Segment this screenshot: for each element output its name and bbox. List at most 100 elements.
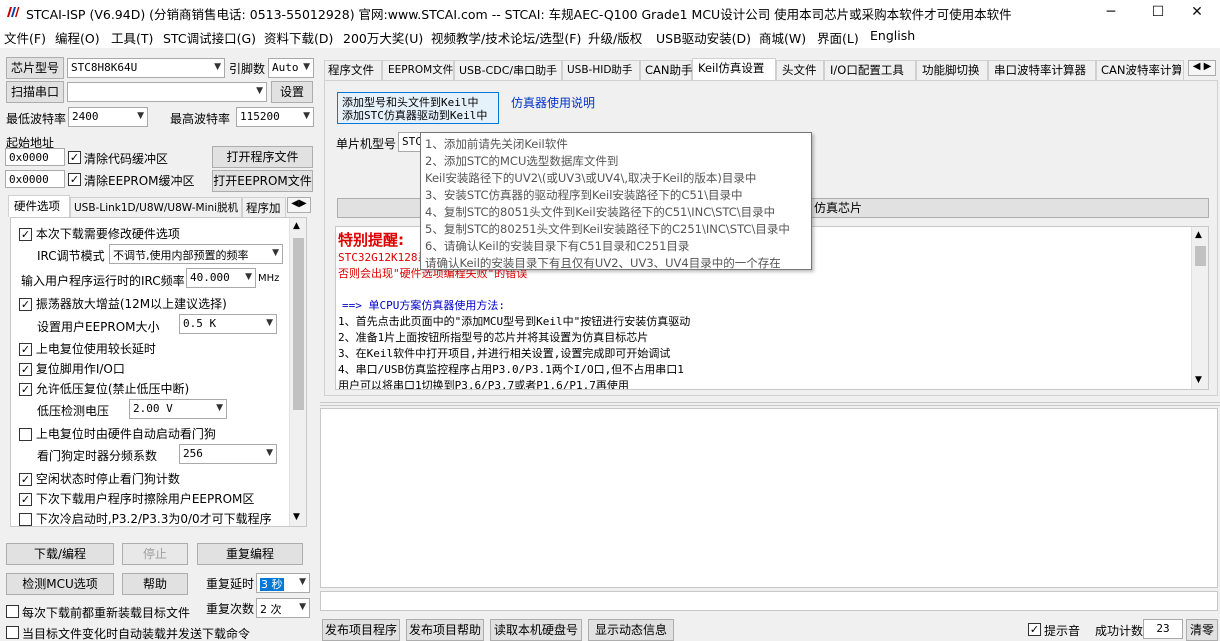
menu-upgrade[interactable]: 升级/版权 — [588, 28, 642, 47]
idle-stop-wdt-checkbox[interactable]: ✓ — [19, 473, 32, 486]
read-disk-id-button[interactable]: 读取本机硬盘号 — [490, 619, 582, 641]
lvd-select[interactable]: 2.00 V ▼ — [129, 399, 227, 419]
menu-interface[interactable]: 界面(L) — [817, 28, 859, 47]
chip-type-select[interactable]: STC8H8K64U ▼ — [67, 58, 225, 78]
menu-debug[interactable]: STC调试接口(G) — [163, 28, 256, 47]
long-reset-delay-label: 上电复位使用较长延时 — [35, 342, 156, 356]
tab-usb-link-label: USB-Link1D/U8W/U8W-Mini脱机 — [74, 202, 239, 214]
show-dynamic-info-button[interactable]: 显示动态信息 — [588, 619, 674, 641]
keil-info-scrollbar[interactable]: ▲ ▼ — [1191, 227, 1208, 389]
chevron-down-icon: ▼ — [299, 602, 306, 612]
code-address-input[interactable]: 0x0000 — [5, 148, 65, 166]
stop-button[interactable]: 停止 — [122, 543, 188, 565]
clear-count-button[interactable]: 清零 — [1186, 619, 1218, 641]
chevron-up-icon[interactable]: ▲ — [293, 221, 300, 231]
menu-shop[interactable]: 商城(W) — [759, 28, 806, 47]
menu-file[interactable]: 文件(F) — [4, 28, 46, 47]
tab-uart-baud-calc-label: 串口波特率计算器 — [994, 63, 1086, 77]
chevron-down-icon: ▼ — [137, 111, 144, 121]
settings-button[interactable]: 设置 — [271, 81, 313, 103]
eeprom-size-select[interactable]: 0.5 K ▼ — [179, 314, 277, 334]
repeat-delay-select[interactable]: 3 秒 ▼ — [256, 573, 310, 593]
option-row: 上电复位时由硬件自动启动看门狗 — [19, 425, 216, 442]
menu-english[interactable]: English — [870, 28, 915, 43]
chevron-down-icon[interactable]: ▼ — [1195, 375, 1202, 385]
reset-pin-io-checkbox[interactable]: ✓ — [19, 363, 32, 376]
low-voltage-reset-checkbox[interactable]: ✓ — [19, 383, 32, 396]
irc-mode-label: IRC调节模式 — [37, 249, 105, 263]
success-count-value: 23 — [1143, 619, 1183, 639]
menu-tools[interactable]: 工具(T) — [111, 28, 153, 47]
pins-select[interactable]: Auto ▼ — [268, 58, 314, 78]
scrollbar-thumb[interactable] — [1195, 246, 1206, 266]
eeprom-address-input[interactable]: 0x0000 — [5, 170, 65, 188]
menu-video[interactable]: 视频教学/技术论坛/选型(F) — [431, 28, 581, 47]
open-eeprom-button[interactable]: 打开EEPROM文件 — [212, 170, 313, 192]
oscillator-gain-checkbox[interactable]: ✓ — [19, 298, 32, 311]
max-baud-value: 115200 — [240, 110, 280, 123]
left-tab-strip: 硬件选项 USB-Link1D/U8W/U8W-Mini脱机 程序加 ◀▶ — [6, 195, 312, 217]
help-button[interactable]: 帮助 — [122, 573, 188, 595]
menu-usb-driver[interactable]: USB驱动安装(D) — [656, 28, 751, 47]
tab-scroll-arrows[interactable]: ◀▶ — [287, 197, 311, 213]
menu-program[interactable]: 编程(O) — [55, 28, 100, 47]
wdt-value: 256 — [183, 447, 203, 460]
max-baud-select[interactable]: 115200 ▼ — [236, 107, 314, 127]
auto-watchdog-checkbox[interactable] — [19, 428, 32, 441]
option-row: ✓ 本次下载需要修改硬件选项 — [19, 225, 180, 242]
pins-value: Auto — [272, 61, 299, 74]
publish-help-button[interactable]: 发布项目帮助 — [406, 619, 484, 641]
long-reset-delay-checkbox[interactable]: ✓ — [19, 343, 32, 356]
scrollbar-thumb[interactable] — [293, 238, 304, 410]
sound-checkbox[interactable]: ✓ — [1028, 623, 1041, 636]
oscillator-gain-label: 振荡器放大增益(12M以上建议选择) — [35, 297, 227, 311]
irc-mode-select[interactable]: 不调节,使用内部预置的频率 ▼ — [109, 244, 283, 264]
download-button[interactable]: 下载/编程 — [6, 543, 114, 565]
chevron-up-icon[interactable]: ▲ — [1195, 230, 1202, 240]
low-voltage-reset-label: 允许低压复位(禁止低压中断) — [35, 382, 190, 396]
clear-eeprom-label: 清除EEPROM缓冲区 — [84, 174, 195, 188]
chevron-down-icon: ▼ — [272, 248, 279, 258]
irc-freq-select[interactable]: 40.000 ▼ — [186, 268, 256, 288]
tooltip-line-2: 2、添加STC的MCU选型数据库文件到 — [425, 154, 619, 168]
add-to-keil-button[interactable]: 添加型号和头文件到Keil中 添加STC仿真器驱动到Keil中 — [337, 92, 499, 124]
menu-download[interactable]: 资料下载(D) — [264, 28, 333, 47]
menu-prize[interactable]: 200万大奖(U) — [343, 28, 423, 47]
right-tab-strip: 程序文件 EEPROM文件 USB-CDC/串口助手 USB-HID助手 CAN… — [322, 58, 1220, 80]
modify-hardware-checkbox[interactable]: ✓ — [19, 228, 32, 241]
clear-code-checkbox[interactable]: ✓ — [68, 151, 81, 164]
tab-usb-hid-label: USB-HID助手 — [567, 64, 633, 76]
clear-eeprom-checkbox[interactable]: ✓ — [68, 173, 81, 186]
keil-step-4: 4、串口/USB仿真监控程序占用P3.0/P3.1两个I/O口,但不占用串口1 — [338, 363, 684, 376]
success-count-label: 成功计数 — [1095, 624, 1144, 638]
scan-port-button[interactable]: 扫描串口 — [6, 81, 64, 103]
chip-type-button[interactable]: 芯片型号 — [6, 57, 64, 79]
erase-eeprom-checkbox[interactable]: ✓ — [19, 493, 32, 506]
tab-program-file-label: 程序文件 — [328, 63, 374, 77]
warning-title: 特别提醒: — [338, 231, 404, 249]
options-scrollbar[interactable]: ▲ ▼ — [289, 218, 306, 526]
close-button[interactable]: ✕ — [1174, 0, 1220, 24]
detect-mcu-button[interactable]: 检测MCU选项 — [6, 573, 114, 595]
chevron-down-icon[interactable]: ▼ — [293, 512, 300, 522]
wdt-select[interactable]: 256 ▼ — [179, 444, 277, 464]
panel-splitter[interactable] — [320, 402, 1220, 406]
auto-reload-checkbox[interactable] — [6, 626, 19, 639]
hardware-options-panel: ✓ 本次下载需要修改硬件选项 IRC调节模式 不调节,使用内部预置的频率 ▼ 输… — [10, 217, 307, 527]
tab-scroll-arrows[interactable]: ◀ ▶ — [1188, 60, 1216, 76]
reload-each-checkbox[interactable] — [6, 605, 19, 618]
minimize-button[interactable]: ─ — [1088, 0, 1134, 24]
repeat-count-select[interactable]: 2 次 ▼ — [256, 598, 310, 618]
publish-program-button[interactable]: 发布项目程序 — [322, 619, 400, 641]
reprogram-button[interactable]: 重复编程 — [197, 543, 303, 565]
output-log[interactable] — [320, 408, 1218, 588]
tab-keil-emulation-label: Keil仿真设置 — [698, 61, 765, 75]
port-select[interactable]: ▼ — [67, 82, 267, 102]
emulator-help-link[interactable]: 仿真器使用说明 — [511, 94, 595, 111]
repeat-count-value: 2 次 — [260, 603, 282, 616]
cold-start-p32-checkbox[interactable] — [19, 513, 32, 526]
min-baud-select[interactable]: 2400 ▼ — [68, 107, 148, 127]
open-program-button[interactable]: 打开程序文件 — [212, 146, 313, 168]
menu-bar: 文件(F) 编程(O) 工具(T) STC调试接口(G) 资料下载(D) 200… — [0, 24, 1220, 48]
auto-watchdog-label: 上电复位时由硬件自动启动看门狗 — [35, 427, 216, 441]
